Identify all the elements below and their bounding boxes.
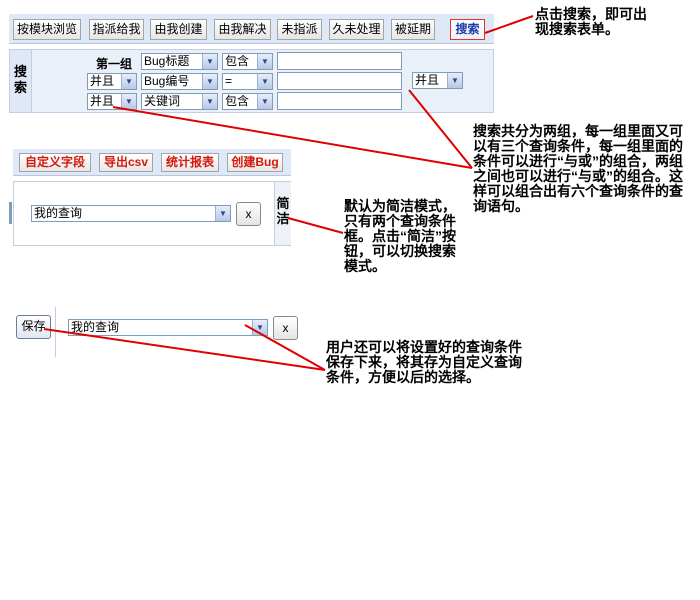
save-note: 用户还可以将设置好的查询条件保存下来，将其存为自定义查询条件，方便以后的选择。 xyxy=(326,339,522,385)
arrow-line-search xyxy=(484,15,534,34)
annotation-arrows xyxy=(43,15,534,371)
arrow-line-row-logic xyxy=(112,106,473,169)
arrow-line-simple xyxy=(287,217,344,234)
simple-mode-note: 默认为简洁模式，只有两个查询条件框。点击“简洁”按钮，可以切换搜索模式。 xyxy=(344,198,456,274)
search-note: 点击搜索，即可出现搜索表单。 xyxy=(535,6,647,37)
arrow-line-save xyxy=(43,328,326,371)
arrow-line-group-logic xyxy=(408,89,473,169)
groups-note: 搜索共分为两组，每一组里面又可以有三个查询条件，每一组里面的条件可以进行“与或”… xyxy=(473,123,683,214)
